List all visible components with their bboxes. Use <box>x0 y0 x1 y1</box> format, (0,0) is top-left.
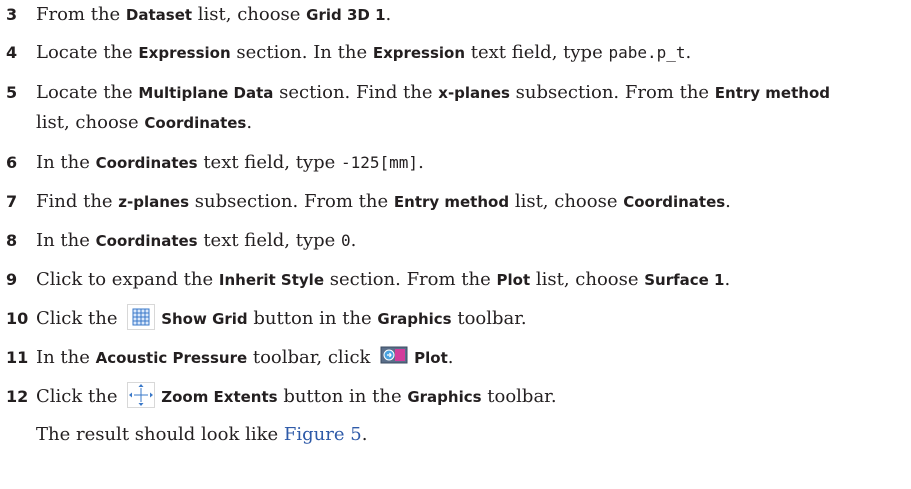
text: button in the <box>247 308 378 329</box>
ui-term: Plot <box>414 349 448 367</box>
ui-term: Zoom Extents <box>161 388 278 406</box>
step-number: 7 <box>6 192 18 211</box>
step-text: Click to expand the Inherit Style sectio… <box>36 265 730 295</box>
figure-link[interactable]: Figure 5 <box>284 424 362 445</box>
text: . <box>685 42 692 63</box>
text: From the <box>36 4 126 25</box>
text: list, choose <box>530 269 645 290</box>
step-number: 4 <box>6 43 18 62</box>
text: section. From the <box>324 269 497 290</box>
step-number: 9 <box>6 270 18 289</box>
text: text field, type <box>197 230 341 251</box>
text: . <box>418 152 424 173</box>
text: Click to expand the <box>36 269 219 290</box>
text: In the <box>36 230 96 251</box>
text: . <box>724 269 731 290</box>
ui-term: Multiplane Data <box>138 84 274 102</box>
show-grid-icon[interactable] <box>127 304 156 330</box>
text: list, choose <box>509 191 624 212</box>
text: . <box>361 424 368 445</box>
ui-term: Plot <box>496 271 531 289</box>
ui-term: Inherit Style <box>218 271 325 289</box>
ui-term: x-planes <box>438 84 510 102</box>
ui-term: Show Grid <box>161 310 248 328</box>
result-text: The result should look like Figure 5. <box>36 420 367 450</box>
text: list, choose <box>36 112 145 133</box>
text: The result should look like <box>36 424 284 445</box>
step-text-line-1: Locate the Multiplane Data section. Find… <box>36 78 830 108</box>
text: button in the <box>277 386 408 407</box>
ui-term: Graphics <box>407 388 482 406</box>
text: toolbar. <box>451 308 527 329</box>
zoom-extents-icon[interactable] <box>127 382 156 408</box>
step-number: 10 <box>6 309 29 328</box>
text: Locate the <box>36 42 139 63</box>
text: Locate the <box>36 82 139 103</box>
step-text: Locate the Expression section. In the Ex… <box>36 38 691 68</box>
ui-term: Coordinates <box>95 232 198 250</box>
step-number: 12 <box>6 387 29 406</box>
plot-icon[interactable] <box>380 343 409 369</box>
ui-term: Grid 3D 1 <box>306 6 386 24</box>
text: toolbar, click <box>247 347 377 368</box>
ui-term: Entry method <box>714 84 830 102</box>
ui-term: Acoustic Pressure <box>95 349 248 367</box>
step-text: Find the z-planes subsection. From the E… <box>36 187 731 217</box>
text: text field, type <box>465 42 609 63</box>
text: . <box>246 112 253 133</box>
code-value: pabe.p_t <box>608 43 686 62</box>
text: Click the <box>36 308 124 329</box>
text: text field, type <box>197 152 341 173</box>
code-value: -125[mm] <box>341 153 419 172</box>
step-text: Click the Show Grid button in the Graphi… <box>36 304 527 334</box>
ui-term: Dataset <box>125 6 193 24</box>
step-text: In the Acoustic Pressure toolbar, click … <box>36 343 454 373</box>
step-text: From the Dataset list, choose Grid 3D 1. <box>36 0 391 30</box>
ui-term: Expression <box>372 44 466 62</box>
text: section. Find the <box>273 82 439 103</box>
step-number: 3 <box>6 5 18 24</box>
text: Click the <box>36 386 124 407</box>
step-number: 11 <box>6 348 29 367</box>
step-number: 6 <box>6 153 18 172</box>
text: subsection. From the <box>189 191 394 212</box>
text: . <box>725 191 731 212</box>
text: . <box>385 4 392 25</box>
text: toolbar. <box>481 386 557 407</box>
text: In the <box>36 152 96 173</box>
ui-term: Surface 1 <box>644 271 725 289</box>
text: list, choose <box>192 4 307 25</box>
text: . <box>447 347 454 368</box>
ui-term: Graphics <box>377 310 452 328</box>
step-number: 5 <box>6 83 18 102</box>
code-value: 0 <box>341 231 351 250</box>
ui-term: Entry method <box>393 193 510 211</box>
step-text: Click the Zoom Extents button in the Gra… <box>36 382 557 412</box>
ui-term: Coordinates <box>144 114 247 132</box>
ui-term: z-planes <box>118 193 190 211</box>
step-text: In the Coordinates text field, type 0. <box>36 226 356 256</box>
step-number: 8 <box>6 231 18 250</box>
text: Find the <box>36 191 119 212</box>
step-text: In the Coordinates text field, type -125… <box>36 148 424 178</box>
text: In the <box>36 347 96 368</box>
step-text-line-2: list, choose Coordinates. <box>36 108 252 138</box>
text: . <box>350 230 357 251</box>
text: section. In the <box>230 42 373 63</box>
ui-term: Expression <box>138 44 231 62</box>
ui-term: Coordinates <box>623 193 726 211</box>
ui-term: Coordinates <box>95 154 198 172</box>
text: subsection. From the <box>509 82 715 103</box>
